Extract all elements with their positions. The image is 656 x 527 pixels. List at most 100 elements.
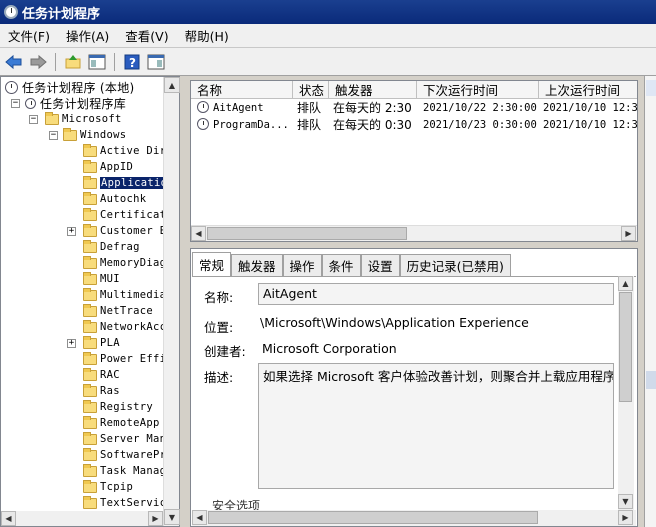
scroll-up-arrow-icon[interactable]: ▲: [618, 276, 633, 291]
description-field[interactable]: 如果选择 Microsoft 客户体验改善计划，则聚合并上载应用程序遥: [258, 363, 614, 489]
scroll-up-arrow-icon[interactable]: ▲: [164, 77, 180, 93]
tab-general[interactable]: 常规: [192, 252, 232, 276]
menu-help[interactable]: 帮助(H): [177, 26, 237, 45]
tree-node-folder[interactable]: MUI: [83, 271, 120, 287]
column-header-name[interactable]: 名称: [191, 81, 293, 99]
tree-node-label: MemoryDiag: [100, 257, 167, 269]
tab-triggers[interactable]: 触发器: [231, 254, 283, 276]
menu-view[interactable]: 查看(V): [117, 26, 176, 45]
detail-vertical-scrollbar[interactable]: ▲ ▼: [618, 276, 634, 512]
tree-node-folder[interactable]: Registry: [83, 399, 153, 415]
tree-node-label: Windows: [80, 129, 127, 141]
tree-node-folder[interactable]: Defrag: [83, 239, 140, 255]
tree-node-label: 任务计划程序库: [40, 96, 127, 111]
collapse-icon[interactable]: −: [11, 99, 20, 108]
scroll-thumb[interactable]: [207, 227, 407, 240]
tree-node-folder[interactable]: NetworkAcc: [83, 319, 166, 335]
scroll-right-arrow-icon[interactable]: ▶: [148, 511, 163, 526]
tab-settings[interactable]: 设置: [360, 254, 400, 276]
tree-node-folder[interactable]: TextServic: [83, 495, 166, 511]
pane-splitter[interactable]: [180, 76, 190, 527]
expand-icon[interactable]: +: [67, 339, 76, 348]
folder-icon: [83, 415, 97, 429]
tree-node-folder[interactable]: Autochk: [83, 191, 146, 207]
tab-conditions[interactable]: 条件: [321, 254, 361, 276]
column-header-trigger[interactable]: 触发器: [329, 81, 417, 99]
help-button[interactable]: ?: [122, 52, 142, 72]
task-next-run: 2021/10/23 0:30:00: [423, 118, 537, 131]
tree-node-label: Certificat: [100, 209, 167, 221]
tree-node-root[interactable]: 任务计划程序 (本地): [5, 79, 134, 95]
show-hide-action-pane-button[interactable]: [146, 52, 166, 72]
task-trigger: 在每天的 0:30: [333, 118, 412, 132]
task-list-horizontal-scrollbar[interactable]: ◀ ▶: [191, 225, 637, 241]
help-icon: ?: [124, 54, 140, 70]
tree-node-folder[interactable]: Server Man: [83, 431, 166, 447]
tree-horizontal-scrollbar[interactable]: ◀ ▶: [1, 511, 163, 526]
folder-icon: [83, 287, 97, 301]
collapse-icon[interactable]: −: [49, 131, 58, 140]
tree-node-folder[interactable]: Power Effi: [83, 351, 166, 367]
column-header-last-run[interactable]: 上次运行时间: [539, 81, 637, 99]
scroll-left-arrow-icon[interactable]: ◀: [1, 511, 16, 526]
task-list[interactable]: 名称 状态 触发器 下次运行时间 上次运行时间 AitAgent 排队 在每天的…: [190, 80, 638, 242]
tree-node-library[interactable]: 任务计划程序库: [25, 95, 126, 111]
expand-icon[interactable]: +: [67, 227, 76, 236]
tab-actions[interactable]: 操作: [282, 254, 322, 276]
scroll-left-arrow-icon[interactable]: ◀: [191, 226, 206, 241]
forward-button[interactable]: [28, 52, 48, 72]
tree-node-folder[interactable]: Customer E: [83, 223, 166, 239]
scroll-down-arrow-icon[interactable]: ▼: [164, 509, 180, 525]
column-header-status[interactable]: 状态: [293, 81, 329, 99]
title-bar[interactable]: 任务计划程序: [0, 0, 656, 24]
forward-arrow-icon: [30, 54, 47, 69]
tree-node-label: RAC: [100, 369, 120, 381]
menu-action[interactable]: 操作(A): [58, 26, 117, 45]
tree-node-folder[interactable]: Active Dir: [83, 143, 166, 159]
tree-node-folder[interactable]: RemoteApp: [83, 415, 160, 431]
show-hide-console-tree-button[interactable]: [87, 52, 107, 72]
svg-text:?: ?: [129, 56, 136, 70]
table-row[interactable]: AitAgent 排队 在每天的 2:30 2021/10/22 2:30:00…: [191, 99, 637, 116]
detail-horizontal-scrollbar[interactable]: ◀ ▶: [192, 510, 636, 526]
tree-node-label: Defrag: [100, 241, 140, 253]
tree-node-folder[interactable]: Application: [83, 175, 175, 191]
scroll-thumb[interactable]: [619, 292, 632, 402]
description-label: 描述:: [204, 370, 234, 385]
name-field[interactable]: AitAgent: [258, 283, 614, 305]
tree-node-folder[interactable]: Multimedia: [83, 287, 166, 303]
window-title: 任务计划程序: [22, 6, 101, 22]
task-status: 排队: [297, 101, 322, 115]
tree-vertical-scrollbar[interactable]: ▲ ▼: [163, 77, 180, 526]
tree-node-label: Task Manag: [100, 465, 167, 477]
scroll-left-arrow-icon[interactable]: ◀: [192, 510, 207, 525]
table-row[interactable]: ProgramDa... 排队 在每天的 0:30 2021/10/23 0:3…: [191, 116, 637, 133]
up-one-level-button[interactable]: [63, 52, 83, 72]
scroll-thumb[interactable]: [208, 511, 538, 524]
tree-node-folder[interactable]: Ras: [83, 383, 120, 399]
tree-node-folder[interactable]: Task Manag: [83, 463, 166, 479]
scroll-down-arrow-icon[interactable]: ▼: [618, 494, 633, 509]
tree-node-folder[interactable]: SoftwarePr: [83, 447, 166, 463]
tree-node-label: Tcpip: [100, 481, 134, 493]
collapse-icon[interactable]: −: [29, 115, 38, 124]
tree-node-folder[interactable]: Tcpip: [83, 479, 133, 495]
menu-file[interactable]: 文件(F): [0, 26, 58, 45]
tree-node-folder[interactable]: MemoryDiag: [83, 255, 166, 271]
tree-node-windows[interactable]: Windows: [63, 127, 126, 143]
tree-node-microsoft[interactable]: Microsoft: [45, 111, 122, 127]
tab-history[interactable]: 历史记录(已禁用): [399, 254, 511, 276]
scroll-right-arrow-icon[interactable]: ▶: [621, 226, 636, 241]
tree-node-label: NetTrace: [100, 305, 153, 317]
tree-node-folder[interactable]: PLA: [83, 335, 120, 351]
scroll-right-arrow-icon[interactable]: ▶: [618, 510, 633, 525]
tree-node-folder[interactable]: Certificat: [83, 207, 166, 223]
tree-node-folder[interactable]: RAC: [83, 367, 120, 383]
console-tree[interactable]: 任务计划程序 (本地) − 任务计划程序库 − Microsoft − Wind…: [0, 76, 180, 527]
folder-icon: [83, 319, 97, 333]
back-button[interactable]: [4, 52, 24, 72]
tree-node-folder[interactable]: NetTrace: [83, 303, 153, 319]
actions-pane[interactable]: [644, 76, 656, 527]
column-header-next-run[interactable]: 下次运行时间: [417, 81, 539, 99]
tree-node-folder[interactable]: AppID: [83, 159, 133, 175]
